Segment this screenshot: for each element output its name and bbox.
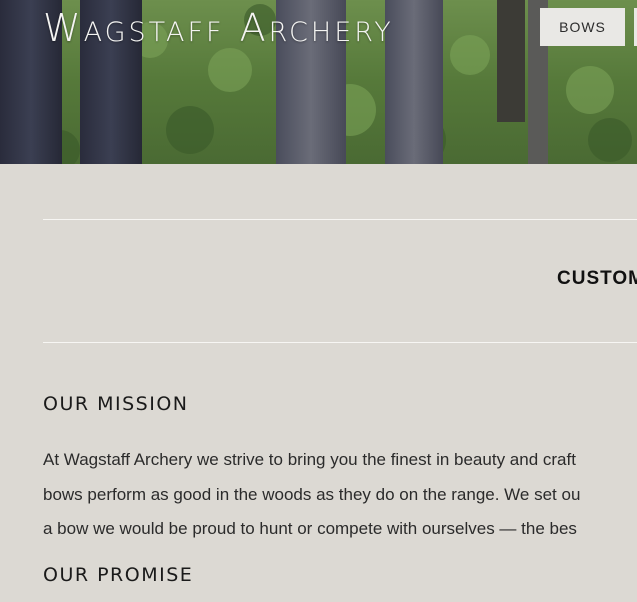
nav-bows-button[interactable]: BOWS	[540, 8, 625, 46]
mission-line: bows perform as good in the woods as the…	[43, 484, 581, 504]
promise-heading: OUR PROMISE	[43, 564, 194, 586]
hero-header: Wagstaff Archery BOWS	[0, 0, 637, 164]
mission-paragraph: At Wagstaff Archery we strive to bring y…	[43, 443, 637, 547]
mission-line: a bow we would be proud to hunt or compe…	[43, 519, 577, 538]
divider-top	[43, 219, 637, 220]
divider-bottom	[43, 342, 637, 343]
main-content: CUSTOM OUR MISSION At Wagstaff Archery w…	[0, 164, 637, 602]
mission-line: At Wagstaff Archery we strive to bring y…	[43, 450, 576, 469]
site-title[interactable]: Wagstaff Archery	[43, 6, 394, 50]
banner-heading: CUSTOM	[557, 268, 637, 289]
page: Wagstaff Archery BOWS CUSTOM OUR MISSION…	[0, 0, 637, 602]
mission-heading: OUR MISSION	[43, 393, 189, 415]
